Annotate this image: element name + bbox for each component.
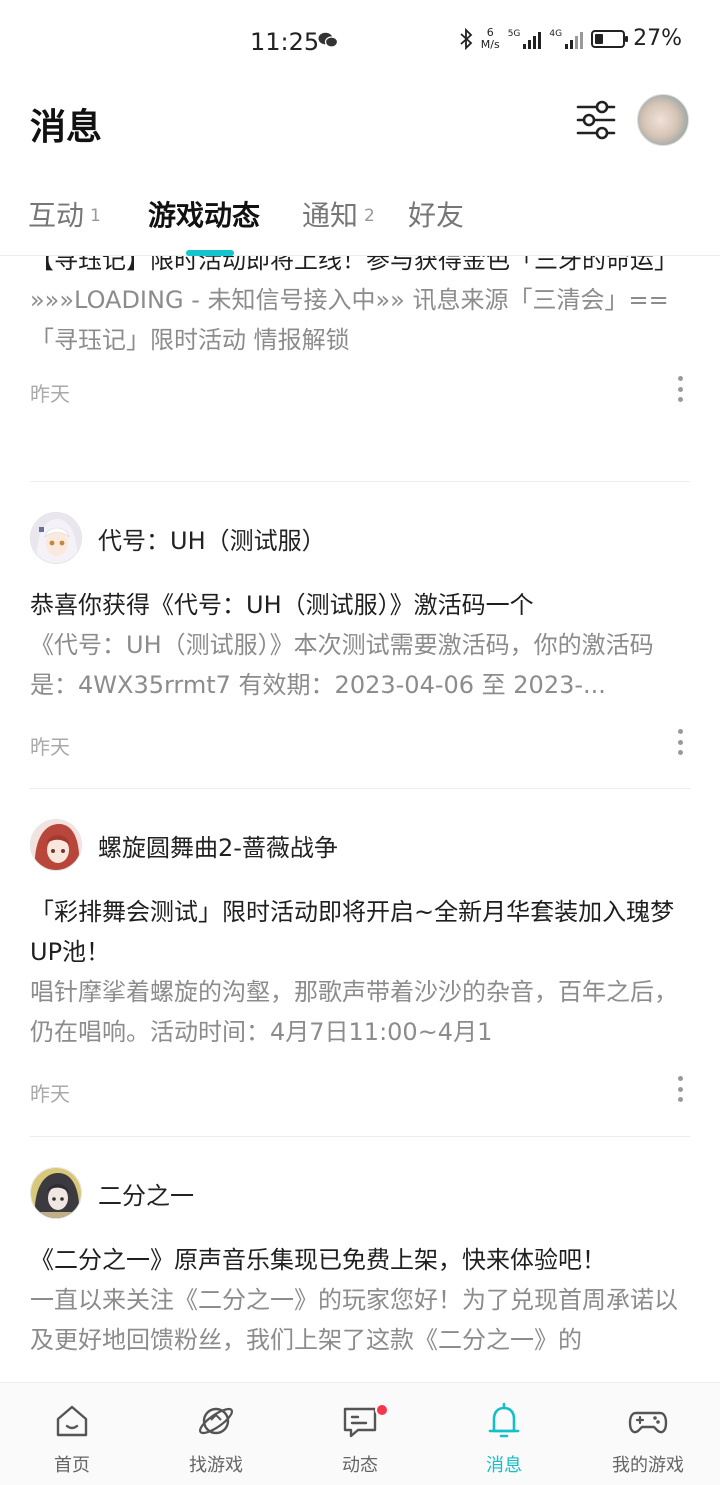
- more-options-icon[interactable]: [676, 1076, 684, 1102]
- gamepad-icon: [628, 1411, 668, 1434]
- message-time: 昨天: [30, 735, 70, 759]
- divider: [30, 481, 690, 482]
- nav-find-games[interactable]: 找游戏: [144, 1383, 288, 1485]
- message-title: 《二分之一》原声音乐集现已免费上架，快来体验吧！: [30, 1246, 606, 1274]
- header: 消息: [0, 84, 720, 174]
- message-feed[interactable]: 【寻珏记】限时活动即将上线！参与获得金色「三牙的命运」 »»»LOADING -…: [0, 256, 720, 1382]
- battery-icon: [591, 29, 629, 48]
- tab-interaction[interactable]: 互动 1: [28, 194, 101, 234]
- message-body: »»»LOADING - 未知信号接入中»» 讯息来源「三清会」== 「寻珏记」…: [30, 286, 669, 354]
- more-options-icon[interactable]: [676, 376, 684, 402]
- tab-game-news[interactable]: 游戏动态: [148, 194, 260, 234]
- game-avatar[interactable]: [30, 512, 82, 564]
- game-avatar[interactable]: [30, 1167, 82, 1219]
- game-name: 二分之一: [98, 1181, 194, 1210]
- bottom-navigation: 首页 找游戏 动态 消息 我的游戏: [0, 1382, 720, 1485]
- net-speed: 6 M/s: [480, 25, 500, 51]
- message-body: 唱针摩挲着螺旋的沟壑，那歌声带着沙沙的杂音，百年之后，仍在唱响。活动时间：4月7…: [30, 978, 678, 1046]
- divider: [30, 1136, 690, 1137]
- game-name: 代号：UH（测试服）: [98, 526, 326, 555]
- wechat-icon: [318, 32, 338, 48]
- message-body: 《代号：UH（测试服）》本次测试需要激活码，你的激活码是：4WX35rrmt7 …: [30, 631, 654, 699]
- message-time: 昨天: [30, 382, 70, 406]
- signal-icon-2: 4G: [549, 29, 584, 49]
- nav-my-games[interactable]: 我的游戏: [576, 1383, 720, 1485]
- list-item[interactable]: 【寻珏记】限时活动即将上线！参与获得金色「三牙的命运」 »»»LOADING -…: [30, 256, 690, 412]
- unread-badge: [375, 1403, 389, 1417]
- tab-friends[interactable]: 好友: [408, 194, 464, 234]
- status-time: 11:25: [250, 28, 320, 56]
- game-avatar[interactable]: [30, 819, 82, 871]
- planet-icon: [198, 1407, 234, 1435]
- more-options-icon[interactable]: [676, 729, 684, 755]
- message-title: 恭喜你获得《代号：UH（测试服）》激活码一个: [30, 591, 534, 619]
- status-indicators: 6 M/s 5G 4G 27%: [459, 26, 682, 51]
- tab-count: 2: [364, 206, 375, 226]
- message-body: 一直以来关注《二分之一》的玩家您好！为了兑现首周承诺以及更好地回馈粉丝，我们上架…: [30, 1286, 678, 1354]
- nav-home[interactable]: 首页: [0, 1383, 144, 1485]
- tab-count: 1: [90, 206, 101, 226]
- nav-feed[interactable]: 动态: [288, 1383, 432, 1485]
- signal-icon: 5G: [508, 29, 542, 49]
- bluetooth-icon: [460, 27, 473, 50]
- list-item[interactable]: 代号：UH（测试服） 恭喜你获得《代号：UH（测试服）》激活码一个 《代号：UH…: [30, 511, 690, 765]
- nav-messages[interactable]: 消息: [432, 1383, 576, 1485]
- status-bar: 11:25 6 M/s 5G 4G 27%: [0, 0, 720, 84]
- list-item[interactable]: 二分之一 《二分之一》原声音乐集现已免费上架，快来体验吧！ 一直以来关注《二分之…: [30, 1166, 690, 1360]
- game-name: 螺旋圆舞曲2-蔷薇战争: [98, 833, 338, 862]
- divider: [30, 788, 690, 789]
- battery-percent: 27%: [633, 26, 682, 51]
- list-item[interactable]: 螺旋圆舞曲2-蔷薇战争 「彩排舞会测试」限时活动即将开启~全新月华套装加入瑰梦U…: [30, 818, 690, 1112]
- message-time: 昨天: [30, 1082, 70, 1106]
- bell-icon: [488, 1402, 520, 1438]
- page-title: 消息: [30, 107, 103, 148]
- message-title: 「彩排舞会测试」限时活动即将开启~全新月华套装加入瑰梦UP池！: [30, 898, 675, 966]
- home-icon: [56, 1405, 88, 1437]
- tab-bar: 互动 1 游戏动态 通知 2 好友: [0, 180, 720, 256]
- chat-icon: [343, 1407, 377, 1438]
- tab-notifications[interactable]: 通知 2: [302, 194, 375, 234]
- filter-settings-icon[interactable]: [574, 98, 618, 142]
- message-title: 【寻珏记】限时活动即将上线！参与获得金色「三牙的命运」: [30, 256, 678, 274]
- user-avatar[interactable]: [637, 94, 689, 146]
